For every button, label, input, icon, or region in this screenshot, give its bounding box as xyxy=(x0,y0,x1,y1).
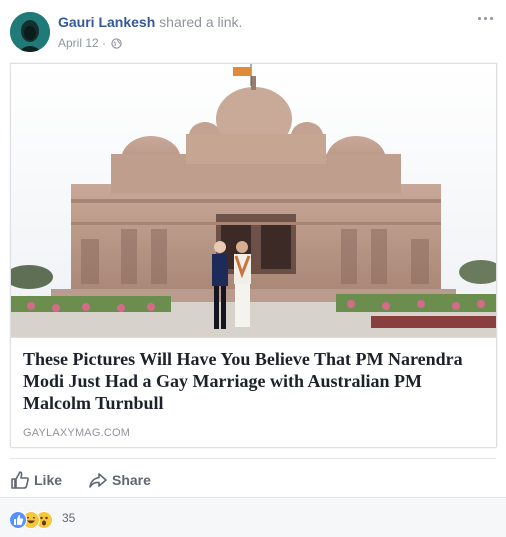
reactions-bar: 35 xyxy=(0,497,506,537)
reaction-icons[interactable] xyxy=(9,511,59,529)
author-name[interactable]: Gauri Lankesh xyxy=(58,14,155,30)
globe-icon[interactable] xyxy=(111,38,123,52)
reaction-count[interactable]: 35 xyxy=(62,511,75,525)
share-label: Share xyxy=(112,472,151,488)
like-reaction-icon xyxy=(9,511,27,529)
like-label: Like xyxy=(34,472,63,488)
share-arrow-icon xyxy=(89,473,107,488)
author-action-text: shared a xyxy=(159,14,214,30)
facebook-post: Gauri Lankesh shared a link. April 12 · xyxy=(0,0,506,537)
meta-separator: · xyxy=(102,36,107,50)
like-thumb-icon xyxy=(11,471,29,489)
link-preview-image[interactable] xyxy=(11,64,496,337)
post-meta: April 12 · xyxy=(58,36,123,52)
link-preview-body: These Pictures Will Have You Believe Tha… xyxy=(11,337,496,447)
more-options-icon[interactable] xyxy=(476,10,496,26)
author-avatar[interactable] xyxy=(10,12,50,52)
action-divider-top xyxy=(10,458,496,459)
link-domain: GAYLAXYMAG.COM xyxy=(23,427,131,439)
like-button[interactable]: Like xyxy=(10,470,70,490)
shared-link[interactable]: link. xyxy=(218,14,243,30)
link-preview-card[interactable]: These Pictures Will Have You Believe Tha… xyxy=(10,63,497,448)
author-line: Gauri Lankesh shared a link. xyxy=(58,14,242,30)
share-button[interactable]: Share xyxy=(88,470,158,490)
post-date[interactable]: April 12 xyxy=(58,36,99,50)
link-title[interactable]: These Pictures Will Have You Believe Tha… xyxy=(23,348,485,414)
